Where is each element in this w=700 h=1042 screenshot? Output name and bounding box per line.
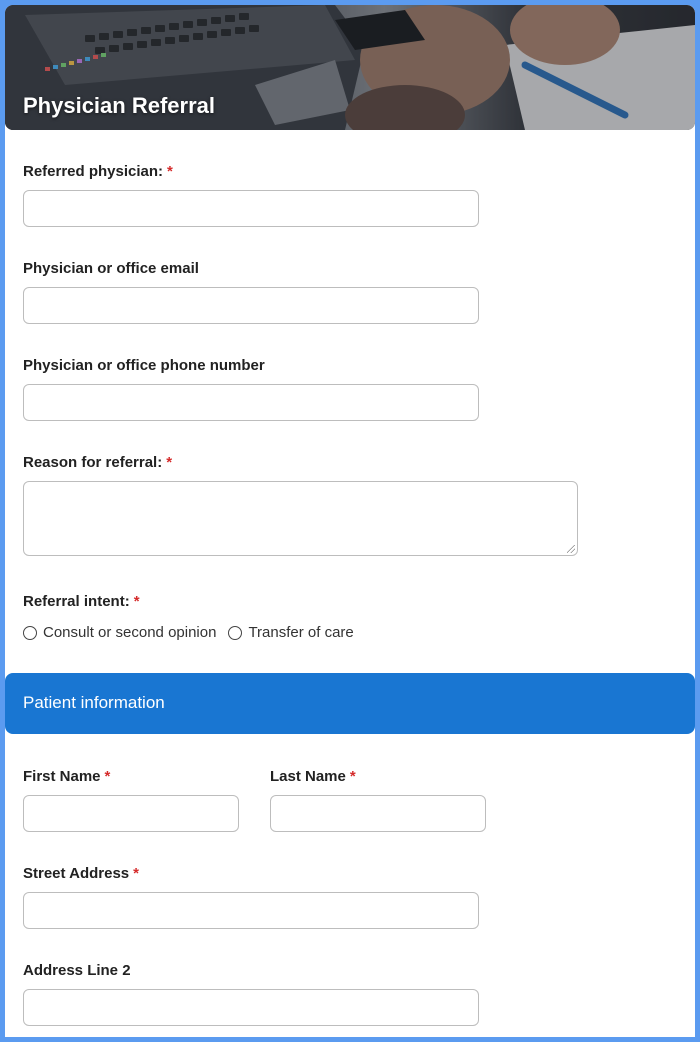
- last-name-input[interactable]: [270, 795, 486, 832]
- form-container: Physician Referral Referred physician: * …: [5, 5, 695, 1037]
- phone-label: Physician or office phone number: [23, 357, 265, 374]
- required-marker: *: [104, 768, 111, 785]
- intent-radio-group: Consult or second opinion Transfer of ca…: [23, 624, 366, 641]
- radio-transfer[interactable]: Transfer of care: [228, 624, 354, 641]
- referred-physician-label: Referred physician: *: [23, 163, 173, 180]
- email-label: Physician or office email: [23, 260, 199, 277]
- address-line2-input[interactable]: [23, 989, 479, 1026]
- radio-transfer-label[interactable]: Transfer of care: [248, 624, 353, 641]
- address-line2-label: Address Line 2: [23, 962, 131, 979]
- intent-label: Referral intent: *: [23, 593, 140, 610]
- email-field[interactable]: [23, 287, 479, 324]
- required-marker: *: [349, 768, 356, 785]
- required-marker: *: [167, 163, 173, 180]
- required-marker: *: [166, 454, 173, 471]
- section-title: Patient information: [23, 693, 165, 712]
- referred-physician-input[interactable]: [23, 190, 479, 227]
- street-address-input[interactable]: [23, 892, 479, 929]
- form-title: Physician Referral: [23, 93, 215, 118]
- reason-label: Reason for referral: *: [23, 454, 172, 471]
- reason-label-text: Reason for referral:: [23, 454, 163, 471]
- radio-circle-icon[interactable]: [23, 625, 37, 640]
- last-name-label-text: Last Name: [270, 768, 346, 785]
- required-marker: *: [133, 593, 140, 610]
- referred-physician-label-text: Referred physician:: [23, 163, 164, 180]
- street-label-text: Street Address: [23, 865, 130, 882]
- first-name-input[interactable]: [23, 795, 239, 832]
- phone-field[interactable]: [23, 384, 479, 421]
- patient-section-header: Patient information: [5, 673, 695, 734]
- intent-label-text: Referral intent:: [23, 593, 130, 610]
- header-banner: Physician Referral: [5, 5, 695, 130]
- street-label: Street Address *: [23, 865, 139, 882]
- radio-circle-icon[interactable]: [228, 625, 243, 640]
- first-name-label-text: First Name: [23, 768, 101, 785]
- radio-consult[interactable]: Consult or second opinion: [23, 624, 216, 641]
- reason-textarea[interactable]: [23, 481, 578, 556]
- radio-consult-label[interactable]: Consult or second opinion: [43, 624, 216, 641]
- first-name-label: First Name *: [23, 768, 110, 785]
- resize-handle-icon[interactable]: [567, 545, 575, 553]
- last-name-label: Last Name *: [270, 768, 356, 785]
- required-marker: *: [133, 865, 139, 882]
